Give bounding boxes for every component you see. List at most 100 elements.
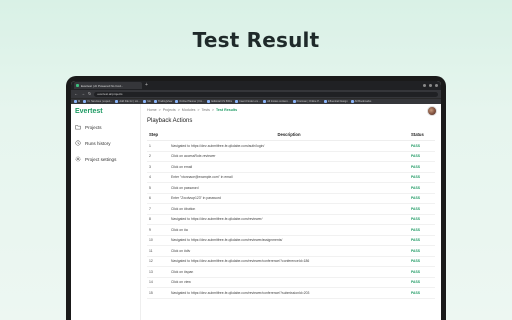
bookmark-label: All Bookmarks bbox=[354, 100, 372, 103]
status-cell: PASS bbox=[409, 203, 435, 215]
status-cell: PASS bbox=[409, 161, 435, 173]
table-row: 12 Navigated to https://dev-submitfree-fe… bbox=[147, 256, 435, 267]
bookmark-icon bbox=[207, 100, 211, 103]
description-cell: Click on #div bbox=[169, 245, 409, 257]
sidebar-item-project-settings[interactable]: Project settings bbox=[75, 156, 136, 162]
bookmark-item[interactable]: M bbox=[74, 100, 80, 103]
bookmark-icon bbox=[323, 100, 327, 103]
breadcrumb-item[interactable]: Projects bbox=[163, 108, 176, 112]
folder-icon bbox=[75, 125, 81, 130]
status-cell: PASS bbox=[409, 277, 435, 288]
column-header-status: Status bbox=[409, 129, 435, 141]
bookmark-item[interactable]: Add File for | Lin... bbox=[115, 100, 140, 103]
table-row: 13 Click on #span PASS bbox=[147, 266, 435, 278]
step-cell: 12 bbox=[147, 256, 169, 267]
step-cell: 11 bbox=[147, 245, 169, 257]
playback-actions-table: Step Description Status 1 Navigated to ht… bbox=[147, 129, 435, 299]
bookmark-icon bbox=[143, 100, 147, 103]
description-cell: Click on password bbox=[169, 182, 409, 194]
status-cell: PASS bbox=[409, 172, 435, 183]
bookmark-item[interactable]: Postman | Online P... bbox=[292, 100, 321, 103]
reload-icon[interactable]: ↻ bbox=[88, 92, 91, 96]
sidebar-item-label: Projects bbox=[85, 124, 102, 130]
back-icon[interactable]: ← bbox=[74, 92, 78, 96]
step-cell: 5 bbox=[147, 182, 169, 194]
description-cell: Click on view bbox=[169, 277, 409, 288]
bookmark-icon bbox=[153, 100, 157, 103]
laptop-frame: Evertest | AI Powered No Cod... + ← → ↻ … bbox=[66, 76, 446, 320]
sidebar-item-runs-history[interactable]: Runs history bbox=[75, 140, 136, 146]
status-cell: PASS bbox=[409, 245, 435, 257]
step-cell: 1 bbox=[147, 140, 169, 152]
description-cell: Navigated to https://dev-submitfree-fe.q… bbox=[169, 287, 409, 299]
bookmark-item[interactable]: Influential Design bbox=[323, 100, 348, 103]
table-row: 3 Click on email PASS bbox=[147, 161, 435, 173]
status-cell: PASS bbox=[409, 256, 435, 267]
bookmark-icon bbox=[263, 100, 267, 103]
breadcrumb-separator: > bbox=[158, 108, 161, 112]
step-cell: 3 bbox=[147, 161, 169, 173]
bookmark-label: All Insites context... bbox=[267, 100, 290, 103]
table-row: 7 Click on #button PASS bbox=[147, 203, 435, 215]
step-cell: 4 bbox=[147, 172, 169, 183]
close-icon[interactable] bbox=[435, 84, 438, 87]
sidebar-item-projects[interactable]: Projects bbox=[75, 124, 136, 130]
bookmark-label: Editorial CS 500m bbox=[211, 100, 233, 103]
bookmark-item[interactable]: Editorial CS 500m bbox=[207, 100, 232, 103]
bookmark-item[interactable]: Mo bbox=[143, 100, 151, 103]
table-row: 9 Click on #a PASS bbox=[147, 224, 435, 236]
bookmark-label: TradingView bbox=[157, 100, 173, 103]
bookmark-item[interactable]: Vt. Services | experi... bbox=[83, 100, 112, 103]
logo[interactable]: Evertest bbox=[75, 108, 136, 115]
bookmark-label: Add File for | Lin... bbox=[119, 100, 141, 103]
gear-icon bbox=[75, 156, 81, 162]
breadcrumb: Home > Projects > Modules > Tests > Test Results bbox=[147, 108, 435, 112]
maximize-icon[interactable] bbox=[429, 84, 432, 87]
address-bar[interactable]: evertest.ai/projects bbox=[94, 91, 438, 97]
bookmark-item[interactable]: TradingView bbox=[153, 100, 173, 103]
breadcrumb-separator: > bbox=[197, 108, 200, 112]
description-cell: Navigated to https://dev-submitfree-fe.q… bbox=[169, 235, 409, 246]
favicon-icon bbox=[76, 84, 79, 87]
bookmark-item[interactable]: All Insites context... bbox=[263, 100, 290, 103]
avatar[interactable] bbox=[427, 106, 437, 116]
bookmark-item[interactable]: Online Planner | Fin... bbox=[175, 100, 204, 103]
browser-tab[interactable]: Evertest | AI Powered No Cod... bbox=[74, 82, 142, 89]
step-cell: 7 bbox=[147, 203, 169, 215]
bookmark-label: M bbox=[78, 100, 81, 103]
window-controls bbox=[423, 84, 438, 87]
main-content: Home > Projects > Modules > Tests > Test Results… bbox=[141, 104, 441, 320]
description-cell: Click on #button bbox=[169, 203, 409, 215]
bookmark-label: Online Planner | Fin... bbox=[179, 100, 205, 103]
status-cell: PASS bbox=[409, 182, 435, 194]
forward-icon[interactable]: → bbox=[81, 92, 85, 96]
url-text: evertest.ai/projects bbox=[97, 92, 123, 96]
bookmark-icon bbox=[175, 100, 179, 103]
description-cell: Navigated to https://dev-submitfree-fe.q… bbox=[169, 140, 409, 152]
step-cell: 2 bbox=[147, 151, 169, 162]
step-cell: 14 bbox=[147, 277, 169, 288]
minimize-icon[interactable] bbox=[423, 84, 426, 87]
sidebar: Evertest Projects Runs history Project s… bbox=[71, 104, 141, 320]
breadcrumb-item[interactable]: Test Results bbox=[216, 108, 237, 112]
status-cell: PASS bbox=[409, 214, 435, 225]
description-cell: Enter "Zxcdvsqr123" in password bbox=[169, 193, 409, 204]
section-title: Playback Actions bbox=[147, 118, 193, 124]
history-icon bbox=[75, 140, 81, 146]
description-cell: Enter "vtonnace@example.com" in email bbox=[169, 172, 409, 183]
table-row: 2 Click on accessRole-reviewer PASS bbox=[147, 151, 435, 162]
breadcrumb-item[interactable]: Modules bbox=[182, 108, 196, 112]
bookmark-item[interactable]: Insert Finder em... bbox=[235, 100, 260, 103]
browser-tab-strip: Evertest | AI Powered No Cod... + bbox=[71, 81, 441, 90]
step-cell: 15 bbox=[147, 287, 169, 299]
description-cell: Navigated to https://dev-submitfree-fe.q… bbox=[169, 214, 409, 225]
new-tab-icon[interactable]: + bbox=[145, 83, 148, 88]
breadcrumb-item[interactable]: Home bbox=[147, 108, 157, 112]
table-row: 14 Click on view PASS bbox=[147, 277, 435, 288]
bookmark-icon bbox=[115, 100, 119, 103]
step-cell: 13 bbox=[147, 266, 169, 278]
bookmark-item[interactable]: All Bookmarks bbox=[350, 100, 372, 103]
breadcrumb-item[interactable]: Tests bbox=[202, 108, 210, 112]
table-row: 11 Click on #div PASS bbox=[147, 245, 435, 257]
app: Evertest Projects Runs history Project s… bbox=[71, 104, 441, 320]
